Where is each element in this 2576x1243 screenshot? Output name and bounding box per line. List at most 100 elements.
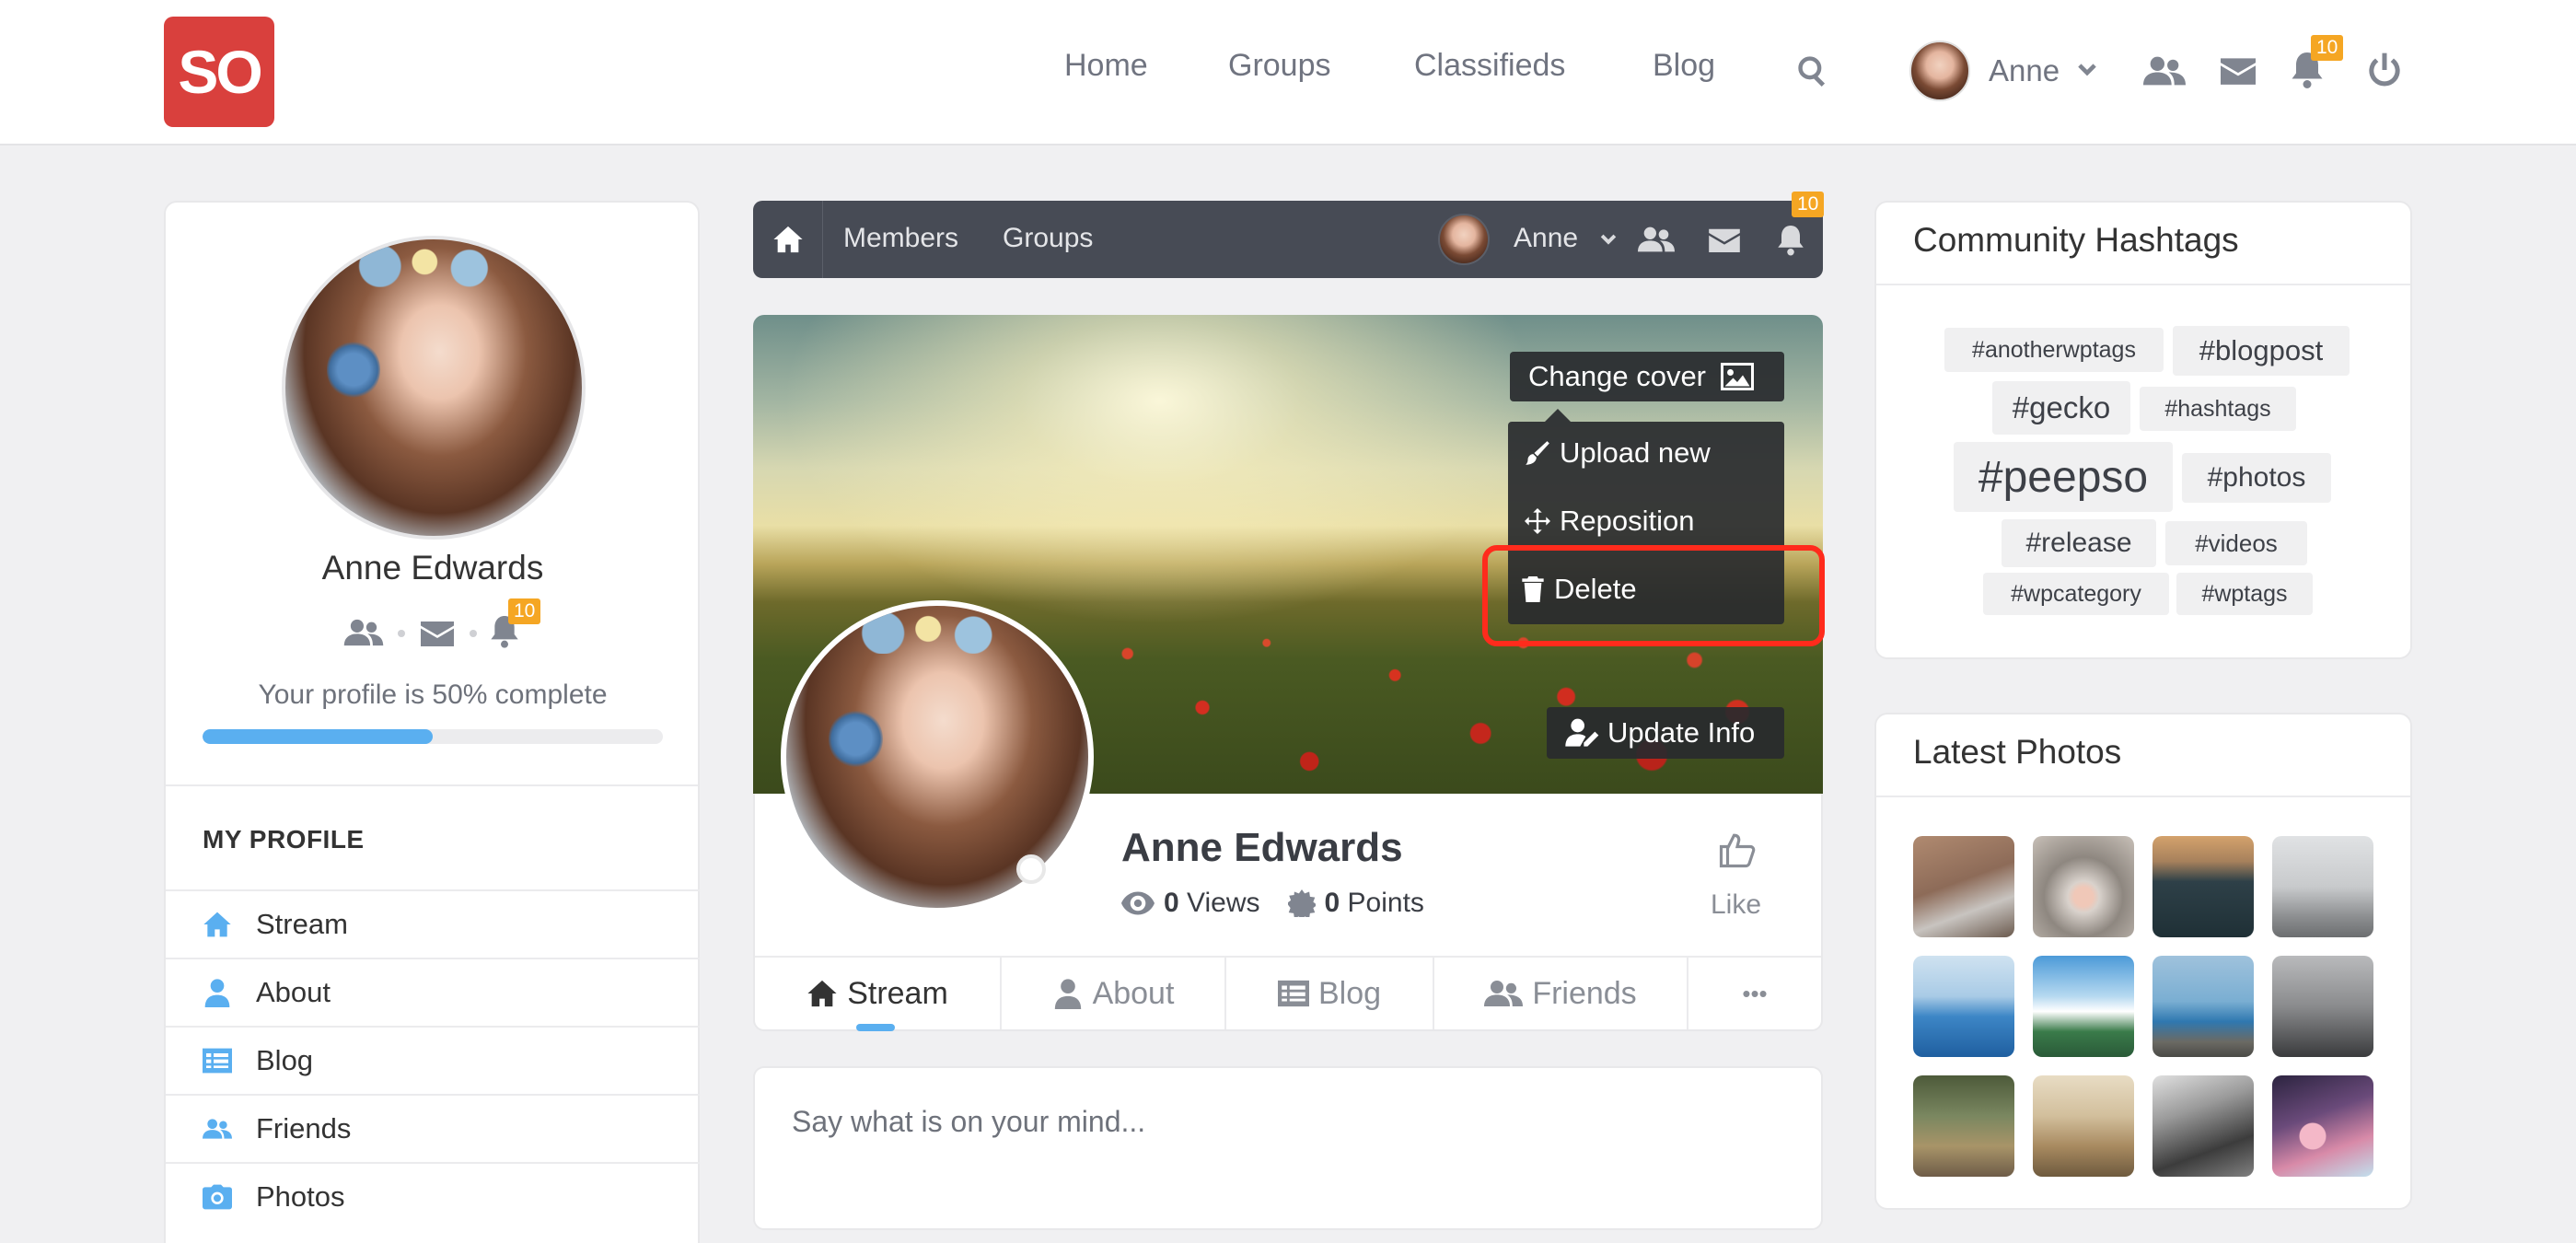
messages-icon[interactable] [1709, 227, 1740, 252]
update-info-button[interactable]: Update Info [1547, 707, 1784, 759]
active-tab-indicator [856, 1024, 895, 1031]
notifications-count-badge: 10 [508, 598, 541, 624]
like-label[interactable]: Like [1711, 889, 1761, 921]
profile-title-name[interactable]: Anne Edwards [1121, 825, 1403, 871]
hashtag[interactable]: #wpcategory [1983, 573, 2169, 615]
top-bar: SO Home Groups Classifieds Blog Anne 10 [0, 0, 2576, 145]
tab-stream[interactable]: Stream [755, 958, 1002, 1029]
profile-completion-bar [203, 729, 663, 744]
hashtag[interactable]: #peepso [1954, 442, 2173, 512]
subnav-user-avatar[interactable] [1438, 214, 1490, 265]
messages-icon[interactable] [420, 619, 455, 646]
sidebar-item-blog[interactable]: Blog [166, 1026, 700, 1094]
photo-thumbnail-texture[interactable] [2152, 1075, 2254, 1177]
photo-thumbnail-coast[interactable] [2152, 956, 2254, 1057]
divider [1876, 284, 2410, 285]
separator-dot [470, 630, 477, 637]
nav-blog[interactable]: Blog [1653, 48, 1715, 84]
hashtag[interactable]: #videos [2165, 521, 2307, 565]
flower-crown-image [846, 611, 1028, 655]
hashtag[interactable]: #photos [2182, 453, 2331, 503]
subnav-home-button[interactable] [753, 201, 823, 278]
cover-profile-avatar[interactable] [781, 600, 1094, 913]
brush-icon [1525, 440, 1550, 466]
blue-rose-image [828, 708, 883, 770]
photo-thumbnail-clouds[interactable] [2033, 956, 2134, 1057]
nav-home[interactable]: Home [1064, 48, 1148, 84]
friends-icon[interactable] [1637, 225, 1676, 254]
site-logo[interactable]: SO [164, 17, 274, 127]
user-avatar[interactable] [1909, 41, 1970, 101]
points-label: Points [1347, 888, 1424, 918]
power-logout-icon[interactable] [2366, 52, 2403, 88]
subnav-groups[interactable]: Groups [1003, 223, 1093, 254]
photo-thumbnail-blossoms[interactable] [2272, 1075, 2373, 1177]
notifications-bell-icon[interactable] [1777, 223, 1804, 256]
home-icon [806, 978, 838, 1009]
photo-thumbnail-laptop[interactable] [1913, 836, 2014, 937]
latest-photos-card: Latest Photos [1874, 713, 2412, 1210]
subnav-members[interactable]: Members [843, 223, 958, 254]
tab-label: Stream [847, 975, 948, 1011]
hashtag[interactable]: #wptags [2176, 573, 2313, 615]
latest-photos-title: Latest Photos [1913, 733, 2122, 771]
update-info-label: Update Info [1607, 716, 1756, 749]
nav-groups[interactable]: Groups [1228, 48, 1331, 84]
list-icon [1277, 978, 1309, 1009]
sidebar-item-friends[interactable]: Friends [166, 1094, 700, 1162]
sidebar-item-label: Photos [256, 1180, 345, 1213]
chevron-down-icon[interactable] [2075, 59, 2099, 83]
sidebar-item-label: About [256, 976, 331, 1008]
sidebar-item-about[interactable]: About [166, 958, 700, 1026]
sidebar-item-label: Blog [256, 1044, 314, 1076]
online-status-dot [1016, 854, 1046, 884]
friends-icon[interactable] [342, 617, 385, 648]
photo-thumbnail-pier[interactable] [2272, 836, 2373, 937]
messages-icon[interactable] [2221, 55, 2256, 85]
post-composer[interactable]: Say what is on your mind... [753, 1066, 1823, 1230]
tab-label: Blog [1317, 975, 1382, 1011]
user-name[interactable]: Anne [1989, 53, 2060, 88]
photo-thumbnail-forest[interactable] [2152, 836, 2254, 937]
sidebar-item-photos[interactable]: Photos [166, 1162, 700, 1230]
search-icon[interactable] [1795, 53, 1830, 88]
hashtag[interactable]: #blogpost [2173, 326, 2350, 376]
photo-thumbnail-path[interactable] [1913, 1075, 2014, 1177]
profile-avatar[interactable] [282, 236, 586, 540]
move-arrows-icon [1525, 508, 1550, 534]
hashtag[interactable]: #gecko [1992, 381, 2130, 435]
user-icon [1052, 978, 1084, 1009]
thumbs-up-icon[interactable] [1718, 831, 1757, 869]
image-icon [1721, 363, 1755, 390]
profile-stats: 0 Views 0 Points [1121, 888, 1424, 919]
composer-placeholder[interactable]: Say what is on your mind... [792, 1105, 1145, 1139]
tab-about[interactable]: About [1002, 958, 1226, 1029]
tab-blog[interactable]: Blog [1226, 958, 1434, 1029]
profile-completion-text: Your profile is 50% complete [258, 680, 608, 710]
menu-item-upload-new[interactable]: Upload new [1525, 436, 1711, 470]
sidebar-item-stream[interactable]: Stream [166, 889, 700, 958]
separator-dot [398, 630, 405, 637]
friends-icon[interactable] [2143, 53, 2186, 88]
photo-thumbnail-sea[interactable] [1913, 956, 2014, 1057]
photo-thumbnail-cat[interactable] [2033, 836, 2134, 937]
friends-icon [203, 1114, 232, 1144]
subnav-user-name[interactable]: Anne [1514, 223, 1578, 254]
photo-thumbnail-book[interactable] [2033, 1075, 2134, 1177]
hashtag[interactable]: #anotherwptags [1944, 328, 2164, 372]
hashtag[interactable]: #release [2002, 519, 2156, 567]
tab-friends[interactable]: Friends [1434, 958, 1688, 1029]
nav-classifieds[interactable]: Classifieds [1414, 48, 1565, 84]
hashtag[interactable]: #hashtags [2140, 387, 2296, 431]
tab-more[interactable]: ••• [1688, 958, 1821, 1029]
photo-thumbnail-lighthouse[interactable] [2272, 956, 2373, 1057]
profile-name[interactable]: Anne Edwards [166, 549, 700, 587]
chevron-down-icon[interactable] [1598, 230, 1619, 250]
menu-item-reposition[interactable]: Reposition [1525, 505, 1694, 538]
profile-sidebar-card: Anne Edwards 10 Your profile is 50% comp… [164, 201, 700, 1243]
delete-highlight-box [1482, 545, 1825, 646]
views-count: 0 [1164, 888, 1179, 918]
change-cover-button[interactable]: Change cover [1510, 352, 1784, 401]
list-icon [203, 1046, 232, 1075]
profile-completion-fill [203, 729, 433, 744]
